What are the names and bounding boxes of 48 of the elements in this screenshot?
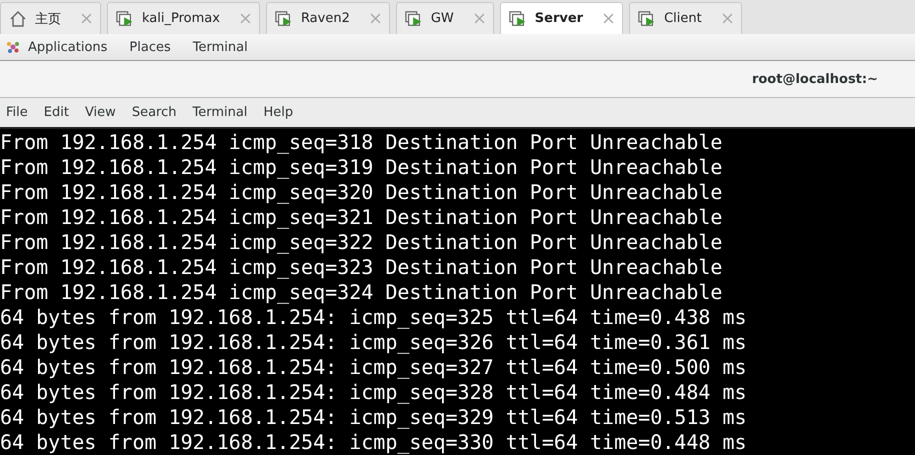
top-bar-menu[interactable]: Terminal xyxy=(192,40,248,54)
vm-icon xyxy=(638,10,656,28)
menu-item[interactable]: Search xyxy=(132,105,176,120)
menu-item[interactable]: View xyxy=(84,105,116,120)
menu-item[interactable]: Edit xyxy=(44,105,69,120)
tab[interactable]: Raven2 xyxy=(266,2,390,34)
vm-icon xyxy=(116,10,134,28)
tab-label: Client xyxy=(664,11,702,26)
terminal-line: From 192.168.1.254 icmp_seq=323 Destination Port Unreachable xyxy=(0,255,722,280)
tab[interactable]: kali_Promax xyxy=(107,2,260,34)
tab[interactable]: Client xyxy=(629,2,742,34)
top-bar-menu[interactable]: Places xyxy=(129,40,171,54)
vm-icon xyxy=(404,10,423,28)
menu-item[interactable]: Terminal xyxy=(192,105,248,120)
terminal-line: From 192.168.1.254 icmp_seq=320 Destination Port Unreachable xyxy=(0,180,722,205)
tab-label: 主页 xyxy=(35,10,61,28)
terminal-line: From 192.168.1.254 icmp_seq=321 Destination Port Unreachable xyxy=(0,205,722,230)
tab[interactable]: Server xyxy=(500,2,624,34)
close-icon[interactable] xyxy=(240,13,251,24)
home-icon xyxy=(9,10,27,28)
terminal-line: 64 bytes from 192.168.1.254: icmp_seq=330 ttl=64 time=0.448 ms xyxy=(0,430,747,455)
terminal-line: 64 bytes from 192.168.1.254: icmp_seq=325 ttl=64 time=0.438 ms xyxy=(0,305,747,330)
top-bar-menu[interactable]: Applications xyxy=(28,40,108,54)
close-icon[interactable] xyxy=(722,13,733,24)
close-icon[interactable] xyxy=(81,13,92,24)
vm-icon xyxy=(508,10,527,28)
menu-item[interactable]: File xyxy=(6,105,28,120)
close-icon[interactable] xyxy=(474,13,485,24)
window-title: root@localhost:~ xyxy=(752,72,878,86)
tab-label: Server xyxy=(534,11,584,26)
terminal-line: From 192.168.1.254 icmp_seq=324 Destination Port Unreachable xyxy=(0,280,722,305)
terminal-line: From 192.168.1.254 icmp_seq=322 Destination Port Unreachable xyxy=(0,230,722,255)
terminal-line: 64 bytes from 192.168.1.254: icmp_seq=326 ttl=64 time=0.361 ms xyxy=(0,330,747,355)
tab[interactable]: 主页 xyxy=(0,2,101,34)
close-icon[interactable] xyxy=(370,13,381,24)
terminal-line: From 192.168.1.254 icmp_seq=319 Destination Port Unreachable xyxy=(0,155,722,180)
terminal-line: 64 bytes from 192.168.1.254: icmp_seq=327 ttl=64 time=0.500 ms xyxy=(0,355,747,380)
gnome-foot-icon xyxy=(6,40,20,54)
tab[interactable]: GW xyxy=(396,2,494,34)
tab-label: GW xyxy=(430,11,454,26)
tab-label: kali_Promax xyxy=(142,11,220,26)
menu-item[interactable]: Help xyxy=(263,105,294,120)
vm-icon xyxy=(274,10,293,28)
terminal-line: 64 bytes from 192.168.1.254: icmp_seq=328 ttl=64 time=0.484 ms xyxy=(0,380,747,405)
terminal-line: From 192.168.1.254 icmp_seq=318 Destination Port Unreachable xyxy=(0,130,722,155)
tab-label: Raven2 xyxy=(300,11,350,26)
terminal-line: 64 bytes from 192.168.1.254: icmp_seq=329 ttl=64 time=0.513 ms xyxy=(0,405,747,430)
close-icon[interactable] xyxy=(603,13,614,24)
